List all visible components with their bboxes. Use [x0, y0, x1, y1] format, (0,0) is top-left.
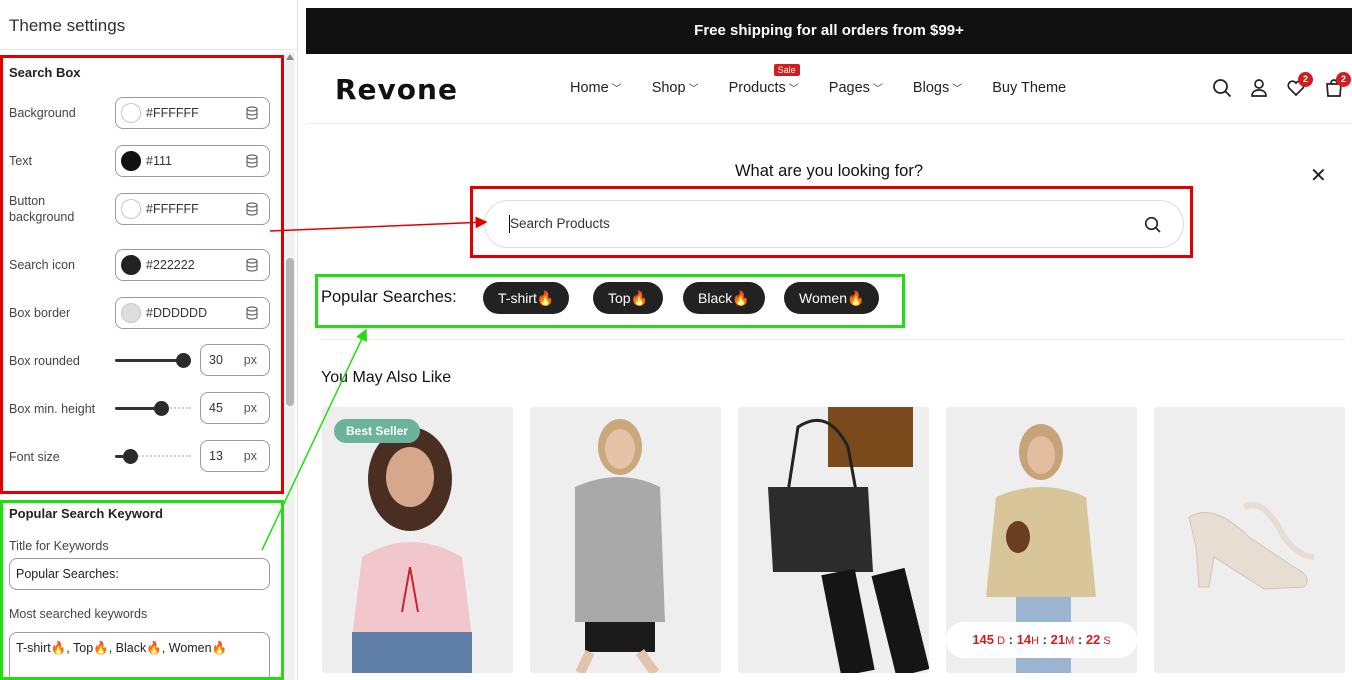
screen: Theme settings Search Box Background #FF… [0, 0, 1352, 680]
annotation-arrows [261, 216, 488, 551]
red-arrow [269, 216, 488, 232]
green-arrow [261, 328, 367, 551]
